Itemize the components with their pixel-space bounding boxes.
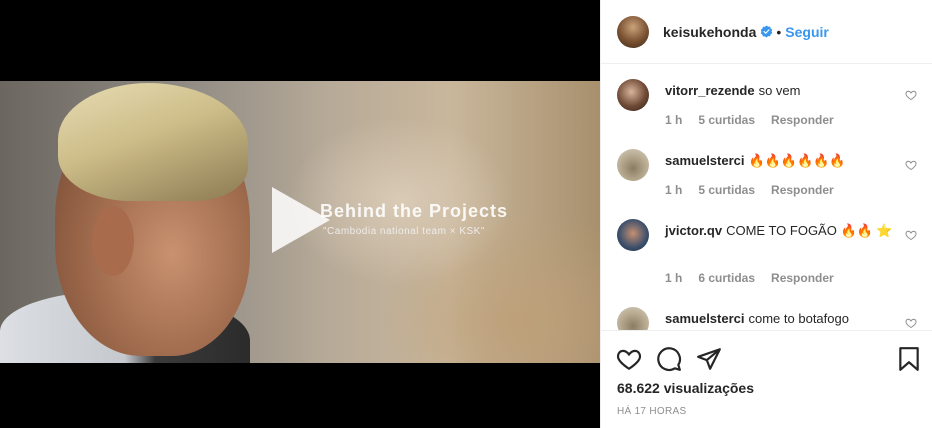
comments-list[interactable]: vitorr_rezende so vem 1 h 5 curtidas Respon… (601, 65, 932, 330)
comment-icon[interactable] (656, 346, 682, 372)
comment-likes[interactable]: 6 curtidas (698, 271, 755, 285)
play-icon[interactable] (272, 187, 330, 253)
post-actions: 68.622 visualizações HÁ 17 HORAS (601, 330, 932, 428)
follow-button[interactable]: Seguir (785, 24, 829, 40)
share-icon[interactable] (696, 346, 722, 372)
video-subtitle: "Cambodia national team × KSK" (323, 226, 485, 237)
video-subject-hair (58, 83, 248, 201)
comment-likes[interactable]: 5 curtidas (698, 113, 755, 127)
comment-meta: 1 h 5 curtidas Responder (665, 183, 850, 197)
view-count[interactable]: 68.622 visualizações (617, 380, 754, 396)
comment-heart-icon[interactable] (905, 229, 917, 241)
verified-icon (761, 25, 773, 38)
comment-heart-icon[interactable] (905, 89, 917, 101)
comment-heart-icon[interactable] (905, 159, 917, 171)
comment-time[interactable]: 1 h (665, 183, 682, 197)
video-player[interactable]: Behind the Projects "Cambodia national t… (0, 0, 600, 428)
comment-body: samuelsterci 🔥🔥🔥🔥🔥🔥 (665, 152, 900, 170)
comment-likes[interactable]: 5 curtidas (698, 183, 755, 197)
comment-username[interactable]: vitorr_rezende (665, 83, 755, 98)
comment-username[interactable]: jvictor.qv (665, 223, 722, 238)
bookmark-icon[interactable] (896, 346, 922, 372)
commenter-avatar[interactable] (617, 219, 649, 251)
video-title: Behind the Projects (320, 201, 509, 221)
post-panel: keisukehonda • Seguir vitorr_rezende so v… (600, 0, 932, 428)
comment-body: jvictor.qv COME TO FOGÃO 🔥🔥 ⭐ (665, 222, 900, 240)
comment-username[interactable]: samuelsterci (665, 311, 745, 326)
comment-heart-icon[interactable] (905, 317, 917, 329)
post-timestamp[interactable]: HÁ 17 HORAS (617, 406, 686, 417)
comment-time[interactable]: 1 h (665, 271, 682, 285)
commenter-avatar[interactable] (617, 307, 649, 330)
header-separator: • (776, 23, 782, 40)
comment-username[interactable]: samuelsterci (665, 153, 745, 168)
post-header: keisukehonda • Seguir (601, 0, 932, 64)
comment-body: vitorr_rezende so vem (665, 82, 900, 100)
commenter-avatar[interactable] (617, 79, 649, 111)
comment-meta: 1 h 6 curtidas Responder (665, 271, 850, 285)
heart-icon[interactable] (616, 346, 642, 372)
comment-text: so vem (758, 83, 801, 98)
comment-reply-button[interactable]: Responder (771, 271, 834, 285)
commenter-avatar[interactable] (617, 149, 649, 181)
comment-time[interactable]: 1 h (665, 113, 682, 127)
author-avatar[interactable] (617, 15, 649, 48)
comment-text: COME TO FOGÃO 🔥🔥 ⭐ (726, 223, 893, 238)
video-subject-ear (92, 206, 134, 276)
comment-body: samuelsterci come to botafogo (665, 310, 900, 328)
comment-text: come to botafogo (748, 311, 849, 326)
comment-reply-button[interactable]: Responder (771, 113, 834, 127)
comment-meta: 1 h 5 curtidas Responder (665, 113, 850, 127)
comment-reply-button[interactable]: Responder (771, 183, 834, 197)
comment-text: 🔥🔥🔥🔥🔥🔥 (748, 153, 846, 168)
author-username[interactable]: keisukehonda (663, 24, 756, 40)
